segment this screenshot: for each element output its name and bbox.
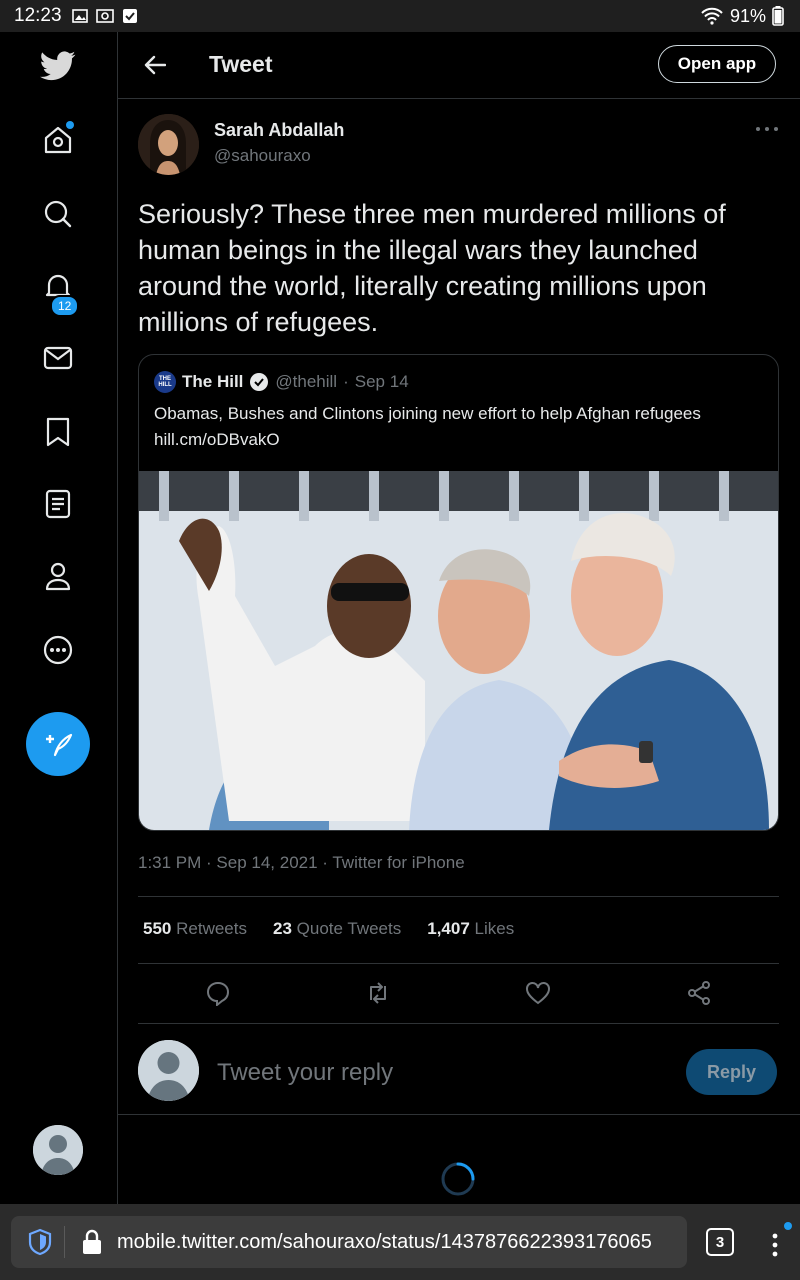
separator [64, 1226, 65, 1258]
wifi-icon [701, 7, 723, 25]
like-heart-icon[interactable] [525, 980, 551, 1006]
quoted-tweet[interactable]: THE HILL The Hill @thehill · Sep 14 Obama… [138, 354, 779, 831]
twitter-bird-icon [40, 51, 76, 81]
check-notification-icon [122, 9, 137, 23]
messages-envelope-icon [43, 346, 73, 370]
tweet-more-options-icon[interactable] [754, 122, 780, 136]
nav-profile[interactable] [30, 548, 86, 604]
divider [118, 1114, 800, 1115]
share-icon[interactable] [686, 980, 712, 1006]
divider [138, 1023, 779, 1024]
likes-stat[interactable]: 1,407 Likes [427, 919, 514, 939]
reply-button[interactable]: Reply [686, 1049, 777, 1095]
twitter-logo-button[interactable] [30, 38, 86, 94]
nav-search[interactable] [30, 186, 86, 242]
battery-percentage: 91% [729, 5, 766, 26]
page-header: Tweet Open app [118, 32, 800, 99]
verified-badge-icon [250, 373, 269, 391]
account-avatar[interactable] [33, 1125, 83, 1175]
gallery-notification-icon [71, 9, 88, 23]
tweet-timestamp: 1:31 PM · Sep 14, 2021 · Twitter for iPh… [138, 853, 465, 872]
divider [138, 963, 779, 964]
the-hill-logo: THE HILL [154, 371, 176, 393]
page-title: Tweet [209, 51, 273, 77]
quoted-link[interactable]: hill.cm/oDBvakO [154, 427, 766, 453]
bookmark-icon [46, 417, 70, 447]
tabs-button[interactable]: 3 [706, 1228, 734, 1256]
sidebar-nav: 12 [0, 32, 118, 1204]
quoted-body: Obamas, Bushes and Clintons joining new … [154, 404, 701, 423]
nav-home[interactable] [30, 112, 86, 168]
url-text[interactable]: mobile.twitter.com/sahouraxo/status/1437… [117, 1231, 652, 1254]
tweet-stats: 550 Retweets 23 Quote Tweets 1,407 Likes [143, 919, 514, 939]
nav-bookmarks[interactable] [30, 404, 86, 460]
reply-icon[interactable] [205, 980, 231, 1006]
more-icon [43, 635, 73, 665]
retweet-icon[interactable] [365, 980, 391, 1006]
shield-icon[interactable] [27, 1228, 53, 1256]
notifications-badge: 12 [50, 295, 80, 317]
lock-icon [83, 1229, 101, 1254]
back-button[interactable] [140, 50, 170, 80]
retweets-stat[interactable]: 550 Retweets [143, 919, 247, 939]
author-name[interactable]: Sarah Abdallah [214, 120, 344, 141]
nav-lists[interactable] [30, 476, 86, 532]
status-time: 12:23 [14, 5, 62, 26]
open-app-button[interactable]: Open app [658, 45, 776, 83]
default-avatar-icon [138, 1040, 199, 1101]
author-photo [138, 114, 199, 175]
browser-toolbar: mobile.twitter.com/sahouraxo/status/1437… [0, 1204, 800, 1280]
screenshot-notification-icon [95, 9, 114, 23]
back-arrow-icon [144, 55, 166, 75]
home-icon [44, 126, 72, 154]
home-unread-dot [66, 121, 74, 129]
reply-input[interactable] [215, 1054, 519, 1092]
address-bar[interactable]: mobile.twitter.com/sahouraxo/status/1437… [11, 1216, 687, 1268]
compose-tweet-icon [46, 733, 73, 757]
quoted-author-handle: @thehill [275, 372, 338, 391]
quoted-date: Sep 14 [354, 372, 409, 391]
tweet-text: Seriously? These three men murdered mill… [138, 199, 726, 337]
battery-icon [772, 6, 784, 26]
default-avatar-icon [33, 1125, 83, 1175]
author-avatar[interactable] [138, 114, 199, 175]
loading-spinner-icon [441, 1162, 475, 1196]
menu-update-dot [784, 1222, 792, 1230]
status-bar: 12:23 91% [0, 0, 800, 32]
divider [138, 896, 779, 897]
quoted-text: Obamas, Bushes and Clintons joining new … [154, 401, 766, 453]
profile-icon [45, 562, 71, 591]
quoted-separator: · [343, 372, 349, 391]
nav-messages[interactable] [30, 330, 86, 386]
compose-tweet-button[interactable] [26, 712, 90, 776]
quote-tweets-stat[interactable]: 23 Quote Tweets [273, 919, 401, 939]
author-handle[interactable]: @sahouraxo [214, 146, 311, 166]
lists-icon [45, 489, 71, 519]
quoted-photo[interactable] [139, 471, 778, 830]
search-icon [44, 200, 72, 228]
main-column: Tweet Open app Sarah Abdallah @sahouraxo… [118, 32, 800, 1204]
nav-more[interactable] [30, 622, 86, 678]
reply-avatar [138, 1040, 199, 1101]
quoted-author-name: The Hill [182, 372, 244, 391]
browser-menu-icon[interactable] [765, 1228, 785, 1258]
